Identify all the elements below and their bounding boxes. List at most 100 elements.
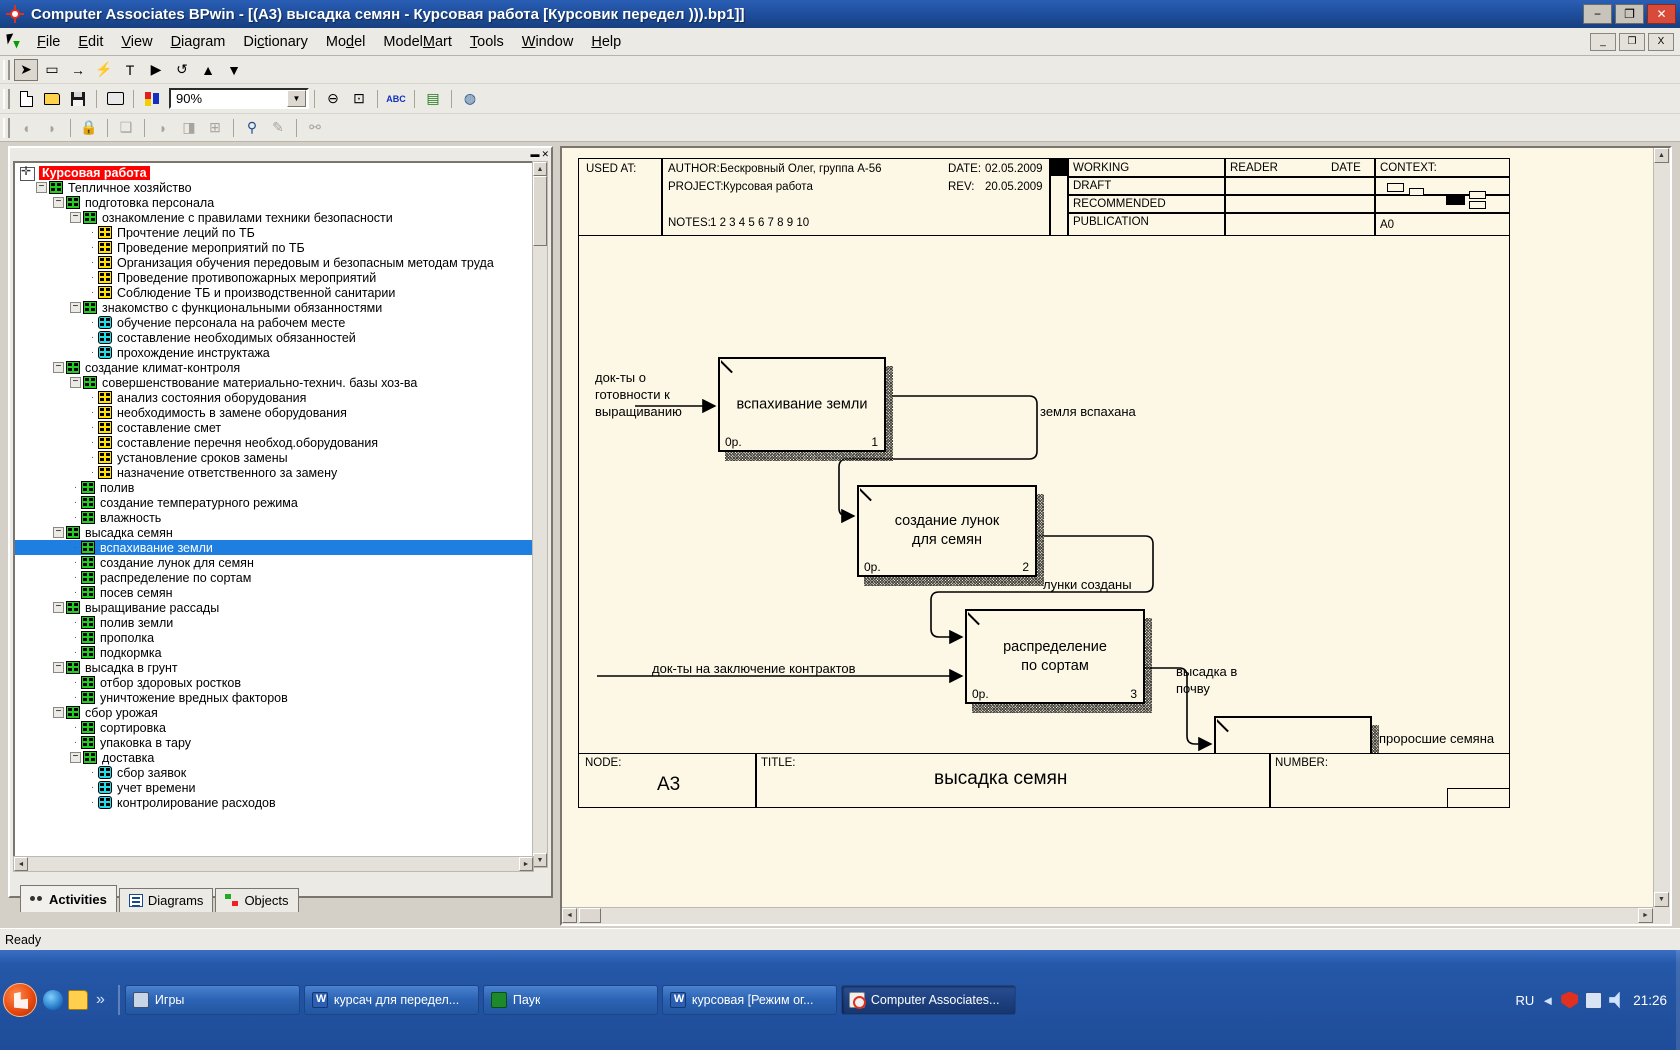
tree-item[interactable]: ·установление сроков замены bbox=[15, 450, 532, 465]
tree-item[interactable]: −ознакомление с правилами техники безопа… bbox=[15, 210, 532, 225]
tray-expand-icon[interactable]: ◄ bbox=[1541, 993, 1554, 1008]
tree-item[interactable]: −сбор урожая bbox=[15, 705, 532, 720]
tree-item[interactable]: −выращивание рассады bbox=[15, 600, 532, 615]
globe-icon[interactable]: ◍ bbox=[458, 88, 482, 110]
tree-item[interactable]: ·прополка bbox=[15, 630, 532, 645]
idef0-body[interactable]: вспахивание земли 0р. 1 создание лунок д… bbox=[578, 236, 1510, 754]
tab-activities[interactable]: Activities bbox=[20, 885, 117, 912]
spell-check-icon[interactable]: ABC bbox=[384, 88, 408, 110]
tree-collapse-toggle[interactable]: − bbox=[70, 302, 81, 313]
tree-item[interactable]: ·необходимость в замене оборудования bbox=[15, 405, 532, 420]
tree-collapse-toggle[interactable]: − bbox=[53, 707, 64, 718]
diagram-scroll-right-button[interactable]: ► bbox=[1638, 908, 1653, 923]
taskbar-button-bpwin[interactable]: Computer Associates... bbox=[841, 985, 1016, 1015]
diagram-horizontal-scrollbar[interactable]: ◄ ► bbox=[562, 907, 1653, 924]
rotate-tool-icon[interactable]: ↺ bbox=[170, 59, 194, 81]
tree-item[interactable]: ·полив земли bbox=[15, 615, 532, 630]
tree-collapse-toggle[interactable]: − bbox=[70, 212, 81, 223]
tree-item[interactable]: ·Проведение мероприятий по ТБ bbox=[15, 240, 532, 255]
volume-icon[interactable] bbox=[1609, 992, 1626, 1009]
play-tool-icon[interactable]: ▶ bbox=[144, 59, 168, 81]
scroll-thumb[interactable] bbox=[533, 176, 547, 246]
print-icon[interactable] bbox=[103, 88, 127, 110]
tree-item[interactable]: −высадка в грунт bbox=[15, 660, 532, 675]
tree-collapse-toggle[interactable]: − bbox=[36, 182, 47, 193]
activity-box-2[interactable]: создание лунок для семян 0р. 2 bbox=[857, 485, 1037, 577]
tree-item[interactable]: ·обучение персонала на рабочем месте bbox=[15, 315, 532, 330]
up-tool-icon[interactable]: ▲ bbox=[196, 59, 220, 81]
explorer-minimize-icon[interactable]: ▬ bbox=[530, 150, 539, 159]
tree-item[interactable]: ·составление перечня необход.оборудовани… bbox=[15, 435, 532, 450]
tree-item[interactable]: −Тепличное хозяйство bbox=[15, 180, 532, 195]
menu-item-window[interactable]: Window bbox=[513, 31, 583, 53]
tree-item[interactable]: ·сортировка bbox=[15, 720, 532, 735]
tree-item[interactable]: ·распределение по сортам bbox=[15, 570, 532, 585]
mdi-close-button[interactable]: X bbox=[1648, 33, 1674, 51]
mdi-minimize-button[interactable]: _ bbox=[1590, 33, 1616, 51]
menu-item-modelmart[interactable]: ModelMart bbox=[374, 31, 461, 53]
menu-item-help[interactable]: Help bbox=[582, 31, 630, 53]
diagram-scroll-thumb[interactable] bbox=[579, 908, 601, 923]
menu-item-file[interactable]: FFileile bbox=[28, 31, 69, 53]
fit-window-icon[interactable]: ⊡ bbox=[347, 88, 371, 110]
tree-item[interactable]: −подготовка персонала bbox=[15, 195, 532, 210]
diagram-scroll-up-button[interactable]: ▲ bbox=[1654, 148, 1669, 163]
activity-box-3[interactable]: распределение по сортам 0р. 3 bbox=[965, 609, 1145, 704]
menu-item-diagram[interactable]: Diagram bbox=[162, 31, 235, 53]
diagram-vertical-scrollbar[interactable]: ▲ ▼ bbox=[1653, 148, 1670, 907]
tree-item[interactable]: ·составление необходимых обязанностей bbox=[15, 330, 532, 345]
box-tool-icon[interactable]: ▭ bbox=[40, 59, 64, 81]
scroll-left-button[interactable]: ◄ bbox=[14, 857, 28, 871]
arrow-tool-icon[interactable]: → bbox=[66, 59, 90, 81]
new-file-icon[interactable] bbox=[14, 88, 38, 110]
tree-collapse-toggle[interactable]: − bbox=[70, 752, 81, 763]
tree-collapse-toggle[interactable]: − bbox=[53, 197, 64, 208]
scroll-down-button[interactable]: ▼ bbox=[533, 853, 547, 867]
explorer-vertical-scrollbar[interactable]: ▲ ▼ bbox=[532, 161, 548, 868]
zoom-in-icon[interactable]: ⊖ bbox=[321, 88, 345, 110]
folder-icon[interactable] bbox=[68, 990, 88, 1010]
security-shield-icon[interactable] bbox=[1561, 992, 1578, 1009]
tree-item[interactable]: ·прохождение инструктажа bbox=[15, 345, 532, 360]
tree-item[interactable]: ·создание лунок для семян bbox=[15, 555, 532, 570]
tree-item[interactable]: ·учет времени bbox=[15, 780, 532, 795]
diagram-scroll-left-button[interactable]: ◄ bbox=[562, 908, 577, 923]
idef0-canvas[interactable]: USED AT: AUTHOR: Бескровный Олег, группа… bbox=[576, 148, 1652, 906]
tree-item[interactable]: ·Соблюдение ТБ и производственной санита… bbox=[15, 285, 532, 300]
tree-item[interactable]: ·назначение ответственного за замену bbox=[15, 465, 532, 480]
tree-collapse-toggle[interactable]: − bbox=[70, 377, 81, 388]
menu-item-tools[interactable]: Tools bbox=[461, 31, 513, 53]
taskbar-button-kursovaya[interactable]: курсовая [Режим ог... bbox=[662, 985, 837, 1015]
tree-item[interactable]: ·составление смет bbox=[15, 420, 532, 435]
uow-icon[interactable]: ⚲ bbox=[240, 117, 264, 139]
menu-item-dictionary[interactable]: Dictionary bbox=[234, 31, 316, 53]
tree-item[interactable]: ·Прочтение леций по ТБ bbox=[15, 225, 532, 240]
network-icon[interactable] bbox=[1585, 992, 1602, 1009]
tree-item[interactable]: −знакомство с функциональными обязанност… bbox=[15, 300, 532, 315]
activity-tree[interactable]: Курсовая работа−Тепличное хозяйство−подг… bbox=[13, 161, 534, 868]
mdi-restore-button[interactable]: ❐ bbox=[1619, 33, 1645, 51]
tree-item[interactable]: Курсовая работа bbox=[15, 165, 532, 180]
tree-item[interactable]: ·сбор заявок bbox=[15, 765, 532, 780]
open-file-icon[interactable] bbox=[40, 88, 64, 110]
tree-item[interactable]: ·анализ состояния оборудования bbox=[15, 390, 532, 405]
tree-item[interactable]: ·посев семян bbox=[15, 585, 532, 600]
tree-item[interactable]: ·полив bbox=[15, 480, 532, 495]
tree-item[interactable]: ·подкормка bbox=[15, 645, 532, 660]
tree-item[interactable]: ·контролирование расходов bbox=[15, 795, 532, 810]
restore-button[interactable]: ❐ bbox=[1615, 4, 1644, 24]
scroll-right-button[interactable]: ► bbox=[519, 857, 533, 871]
tree-item[interactable]: −высадка семян bbox=[15, 525, 532, 540]
color-palette-icon[interactable] bbox=[140, 88, 164, 110]
tree-item[interactable]: −доставка bbox=[15, 750, 532, 765]
tree-item[interactable]: ·отбор здоровых ростков bbox=[15, 675, 532, 690]
toolbar-grip[interactable] bbox=[3, 60, 10, 80]
save-file-icon[interactable] bbox=[66, 88, 90, 110]
start-button[interactable] bbox=[3, 983, 37, 1017]
language-indicator[interactable]: RU bbox=[1516, 993, 1535, 1008]
text-tool-icon[interactable]: T bbox=[118, 59, 142, 81]
chevron-down-icon[interactable]: ▼ bbox=[287, 90, 306, 107]
menu-item-view[interactable]: View bbox=[112, 31, 161, 53]
model-explorer-icon[interactable]: ▤ bbox=[421, 88, 445, 110]
diagram-scroll-down-button[interactable]: ▼ bbox=[1654, 892, 1669, 907]
